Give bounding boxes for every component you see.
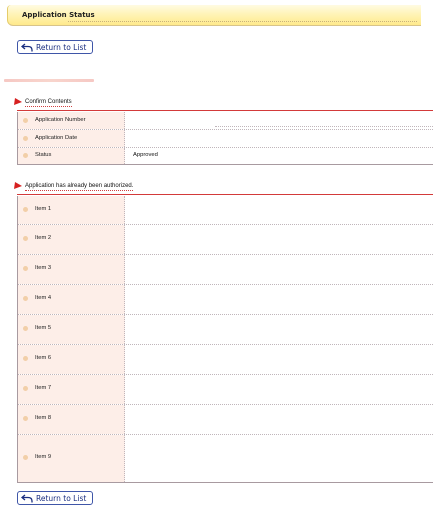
table-row: Application Date	[18, 130, 433, 148]
table-row: Item 2	[18, 225, 433, 255]
bullet-icon	[23, 326, 28, 331]
table-row: Item 1	[18, 196, 433, 225]
item-6-label: Item 6	[35, 355, 52, 361]
row-label-cell: Item 8	[18, 405, 125, 434]
item-4-value	[125, 285, 433, 314]
item-9-label: Item 9	[35, 454, 52, 460]
row-label-cell: Item 2	[18, 225, 125, 254]
row-label-cell: Application Date	[18, 130, 125, 147]
application-date-label: Application Date	[35, 135, 78, 141]
row-label-cell: Item 9	[18, 435, 125, 482]
item-2-value	[125, 225, 433, 254]
authorized-top-rule	[17, 194, 433, 195]
application-number-value	[125, 112, 433, 129]
page-title: Application Status	[22, 11, 95, 19]
item-7-value	[125, 375, 433, 404]
bullet-icon	[23, 266, 28, 271]
return-arrow-icon	[21, 43, 33, 51]
table-row: Item 3	[18, 255, 433, 285]
bullet-icon	[23, 153, 28, 158]
table-row: Application Number	[18, 112, 433, 130]
item-3-label: Item 3	[35, 265, 52, 271]
bullet-icon	[23, 118, 28, 123]
item-3-value	[125, 255, 433, 284]
row-label-cell: Item 7	[18, 375, 125, 404]
item-9-value	[125, 435, 433, 482]
row-label-cell: Item 3	[18, 255, 125, 284]
table-row: Item 7	[18, 375, 433, 405]
item-8-value	[125, 405, 433, 434]
row-label-cell: Item 4	[18, 285, 125, 314]
bullet-icon	[23, 386, 28, 391]
confirm-contents-text: Confirm Contents	[25, 99, 72, 105]
table-row: Item 9	[18, 435, 433, 482]
bullet-icon	[23, 136, 28, 141]
table-row: Item 8	[18, 405, 433, 435]
bullet-icon	[23, 416, 28, 421]
item-2-label: Item 2	[35, 235, 52, 241]
return-arrow-icon	[21, 494, 33, 502]
return-to-list-label: Return to List	[36, 493, 87, 503]
item-5-label: Item 5	[35, 325, 52, 331]
status-label: Status	[35, 152, 52, 158]
item-1-label: Item 1	[35, 206, 52, 212]
return-to-list-button-bottom[interactable]: Return to List	[17, 491, 93, 505]
items-table: Item 1 Item 2 Item 3 Item 4 Item 5 Item …	[17, 196, 433, 483]
row-label-cell: Item 5	[18, 315, 125, 344]
bullet-icon	[23, 207, 28, 212]
section-marker-icon	[14, 98, 22, 105]
status-value: Approved	[125, 148, 433, 164]
item-6-value	[125, 345, 433, 374]
table-row: Item 6	[18, 345, 433, 375]
bullet-icon	[23, 356, 28, 361]
section-marker-icon	[14, 182, 22, 189]
bullet-icon	[23, 236, 28, 241]
row-label-cell: Status	[18, 148, 125, 164]
return-to-list-label: Return to List	[36, 42, 87, 52]
item-4-label: Item 4	[35, 295, 52, 301]
application-number-label: Application Number	[35, 117, 86, 123]
status-text: Approved	[133, 152, 158, 158]
row-label-cell: Application Number	[18, 112, 125, 129]
item-8-label: Item 8	[35, 415, 52, 421]
item-5-value	[125, 315, 433, 344]
authorized-text: Application has already been authorized.	[25, 183, 134, 189]
table-row: Item 4	[18, 285, 433, 315]
table-row: Item 5	[18, 315, 433, 345]
row-label-cell: Item 1	[18, 196, 125, 224]
item-1-value	[125, 196, 433, 224]
title-underline	[68, 21, 417, 22]
row-label-cell: Item 6	[18, 345, 125, 374]
decorative-divider	[4, 79, 94, 82]
table-row: Status Approved	[18, 148, 433, 164]
return-to-list-button-top[interactable]: Return to List	[17, 40, 93, 54]
bullet-icon	[23, 455, 28, 460]
application-date-value	[125, 130, 433, 147]
item-7-label: Item 7	[35, 385, 52, 391]
confirm-table: Application Number Application Date Stat…	[17, 112, 433, 165]
page-title-bar: Application Status	[7, 5, 421, 26]
bullet-icon	[23, 296, 28, 301]
confirm-top-rule	[17, 110, 433, 111]
